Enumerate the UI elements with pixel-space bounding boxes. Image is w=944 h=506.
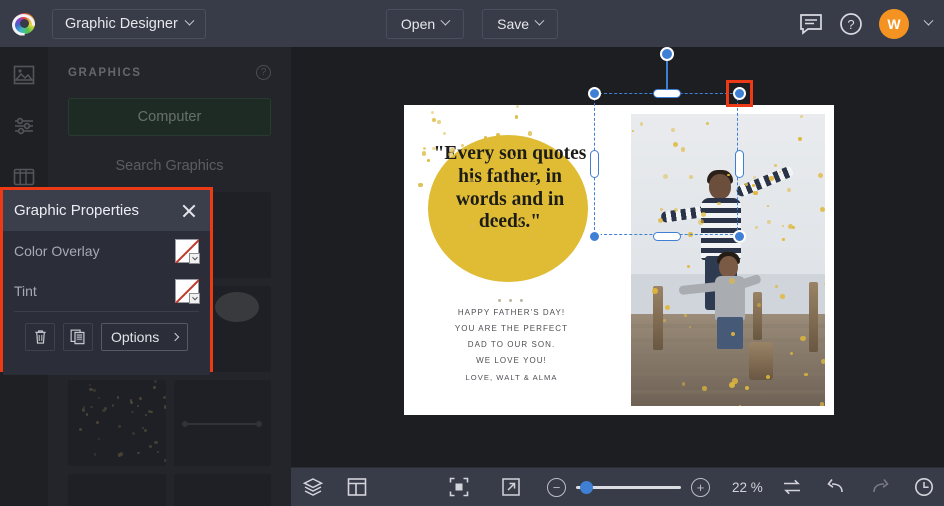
properties-panel-body: Color Overlay Tint <box>3 231 210 375</box>
graphics-thumbnail[interactable] <box>174 474 272 506</box>
bottom-resize-handle[interactable] <box>653 232 681 241</box>
chevron-right-icon <box>171 332 179 340</box>
app-root: Graphic Designer Open Save <box>0 0 944 506</box>
svg-text:?: ? <box>847 17 854 32</box>
message-line: HAPPY FATHER'S DAY! <box>422 305 601 321</box>
top-right-group: ? W <box>799 9 932 39</box>
redo-icon[interactable] <box>858 476 902 498</box>
comment-icon[interactable] <box>799 13 823 35</box>
rotate-handle[interactable] <box>660 47 674 61</box>
delete-button[interactable] <box>25 323 55 351</box>
message-text[interactable]: HAPPY FATHER'S DAY!YOU ARE THE PERFECTDA… <box>422 305 601 369</box>
graphics-panel-title: GRAPHICS <box>68 67 142 79</box>
chevron-down-icon <box>441 16 451 26</box>
graphics-thumbnail[interactable] <box>68 380 166 466</box>
chevron-down-icon[interactable] <box>189 293 200 304</box>
bottom-left-resize-handle[interactable] <box>588 230 601 243</box>
avatar[interactable]: W <box>879 9 909 39</box>
help-icon[interactable]: ? <box>839 12 863 36</box>
right-resize-handle[interactable] <box>735 150 744 178</box>
chevron-down-icon <box>184 16 194 26</box>
color-overlay-label: Color Overlay <box>14 243 100 259</box>
file-menu-group: Open Save <box>386 9 558 39</box>
graphic-properties-panel: Graphic Properties Color Overlay Tint <box>0 187 213 372</box>
top-toolbar: Graphic Designer Open Save <box>0 0 944 47</box>
computer-upload-button[interactable]: Computer <box>68 98 271 136</box>
left-resize-handle[interactable] <box>590 150 599 178</box>
duplicate-button[interactable] <box>63 323 93 351</box>
expand-arrow-icon[interactable] <box>489 476 533 498</box>
question-circle-icon[interactable]: ? <box>256 65 271 80</box>
properties-panel-title: Graphic Properties <box>14 202 139 219</box>
card-text-side: "Every son quotes his father, in words a… <box>404 105 619 415</box>
zoom-in-button[interactable]: + <box>691 478 710 497</box>
zoom-out-button[interactable]: − <box>547 478 566 497</box>
undo-icon[interactable] <box>814 476 858 498</box>
open-label: Open <box>401 16 435 32</box>
signature-text[interactable]: LOVE, WALT & ALMA <box>422 373 601 382</box>
options-button[interactable]: Options <box>101 323 188 351</box>
history-clock-icon[interactable] <box>902 476 944 498</box>
account-chevron-down-icon[interactable] <box>924 16 934 26</box>
app-logo[interactable] <box>0 0 48 47</box>
document-title-dropdown[interactable]: Graphic Designer <box>52 9 206 39</box>
fit-to-screen-icon[interactable] <box>437 476 481 498</box>
color-overlay-swatch[interactable] <box>175 239 199 263</box>
tint-swatch[interactable] <box>175 279 199 303</box>
properties-panel-footer: Options <box>14 311 199 361</box>
options-label: Options <box>111 329 159 345</box>
graphics-panel-header: GRAPHICS ? <box>68 65 271 80</box>
bottom-right-group <box>770 476 944 498</box>
bottom-right-resize-handle[interactable] <box>733 230 746 243</box>
tint-row: Tint <box>14 271 199 311</box>
image-icon[interactable] <box>12 63 36 92</box>
graphics-thumbnail[interactable] <box>174 380 272 466</box>
zoom-slider-knob[interactable] <box>580 481 593 494</box>
selection-bounding-box[interactable] <box>594 93 738 235</box>
message-line: WE LOVE YOU! <box>422 353 601 369</box>
chevron-down-icon <box>535 16 545 26</box>
bubble-logo-icon <box>11 11 37 37</box>
open-button[interactable]: Open <box>386 9 464 39</box>
color-overlay-row: Color Overlay <box>14 231 199 271</box>
document-title-label: Graphic Designer <box>65 16 178 32</box>
avatar-initial: W <box>887 16 900 32</box>
layers-icon[interactable] <box>291 476 335 498</box>
quote-text[interactable]: "Every son quotes his father, in words a… <box>432 143 588 234</box>
top-left-resize-handle[interactable] <box>588 87 601 100</box>
adjustments-icon[interactable] <box>12 114 36 143</box>
properties-panel-header: Graphic Properties <box>3 190 210 231</box>
save-button[interactable]: Save <box>482 9 558 39</box>
message-line: YOU ARE THE PERFECT <box>422 321 601 337</box>
tint-label: Tint <box>14 283 37 299</box>
rotation-stem <box>666 58 668 90</box>
search-graphics-input[interactable]: Search Graphics <box>68 158 271 174</box>
bottom-toolbar: − + 22 % <box>291 467 944 506</box>
message-line: DAD TO OUR SON. <box>422 337 601 353</box>
page-layout-icon[interactable] <box>335 476 379 498</box>
graphics-thumbnail[interactable] <box>68 474 166 506</box>
handle-highlight-box <box>726 80 753 107</box>
zoom-controls: − + <box>547 478 710 497</box>
save-label: Save <box>497 16 529 32</box>
close-icon[interactable] <box>180 202 198 220</box>
design-canvas[interactable]: "Every son quotes his father, in words a… <box>291 47 944 467</box>
swap-arrows-icon[interactable] <box>770 476 814 498</box>
top-resize-handle[interactable] <box>653 89 681 98</box>
zoom-slider[interactable] <box>576 480 681 494</box>
chevron-down-icon[interactable] <box>189 253 200 264</box>
zoom-level-label: 22 % <box>732 480 770 495</box>
